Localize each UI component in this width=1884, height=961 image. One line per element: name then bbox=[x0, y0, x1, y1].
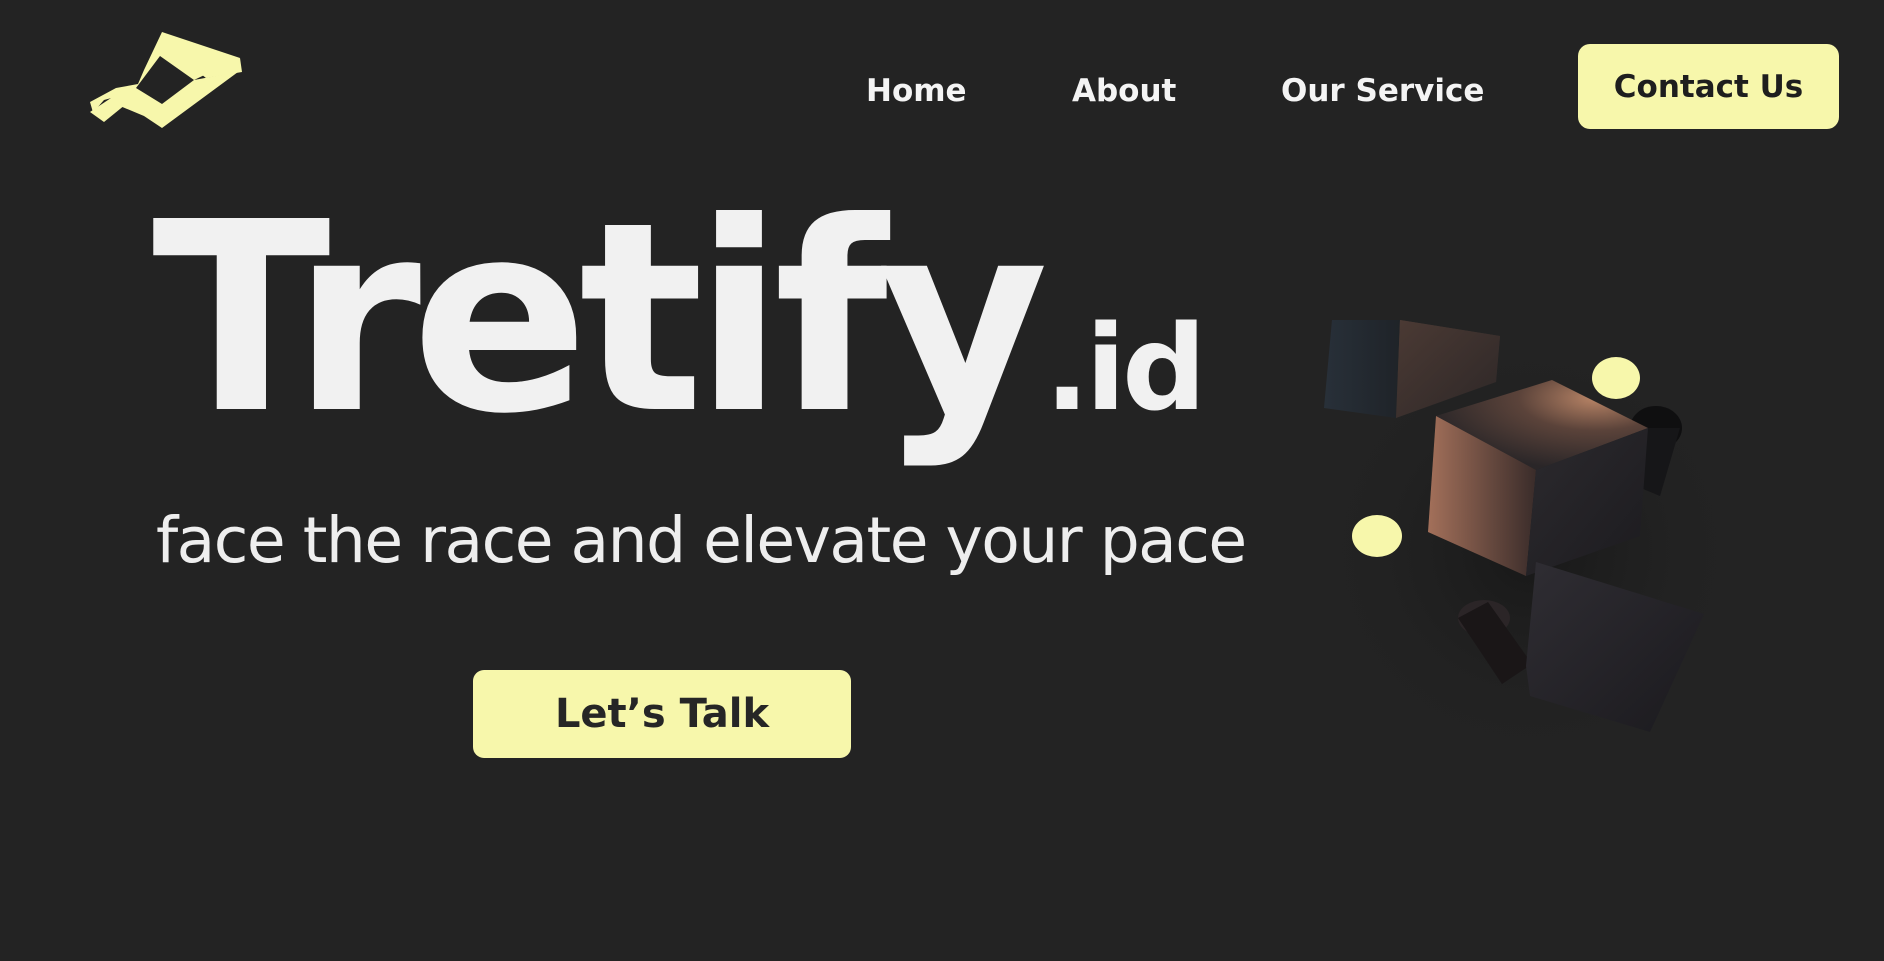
hero-title-suffix: .id bbox=[1044, 299, 1207, 437]
nav-home-link[interactable]: Home bbox=[866, 72, 967, 110]
floating-cubes-illustration bbox=[1310, 320, 1740, 770]
lets-talk-button[interactable]: Let’s Talk bbox=[473, 670, 851, 758]
nav-our-service-link[interactable]: Our Service bbox=[1281, 72, 1484, 110]
nav-about-link[interactable]: About bbox=[1072, 72, 1176, 110]
main-nav: Home About Our Service Contact Us bbox=[0, 0, 1884, 140]
hero-title: Tretify.id bbox=[152, 166, 1207, 471]
hero-tagline: face the race and elevate your pace bbox=[156, 504, 1247, 577]
hero-title-main: Tretify bbox=[152, 166, 1049, 471]
contact-us-button[interactable]: Contact Us bbox=[1578, 44, 1839, 129]
landing-page: Home About Our Service Contact Us Tretif… bbox=[0, 0, 1884, 961]
